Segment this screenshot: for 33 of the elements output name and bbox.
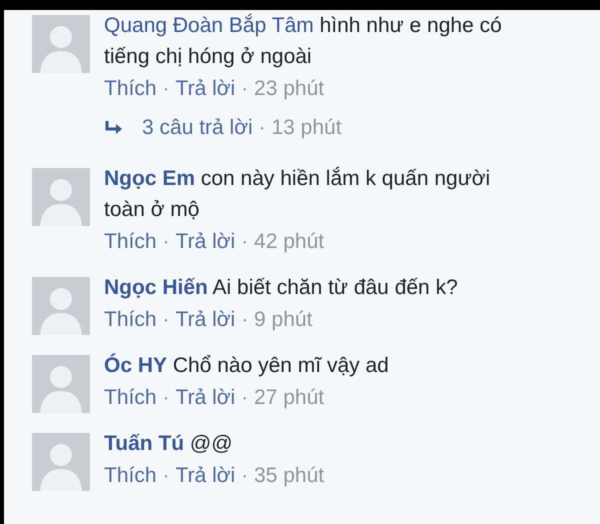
reply-link[interactable]: Trả lời — [176, 77, 236, 100]
separator: · — [162, 464, 170, 487]
like-link[interactable]: Thích — [104, 230, 157, 253]
comment-text: Quang Đoàn Bắp Tâm hình như e nghe có tiếng chị hóng ở ngoài — [104, 12, 503, 70]
avatar[interactable] — [32, 168, 90, 226]
reply-link[interactable]: Trả lời — [176, 386, 236, 409]
reply-link[interactable]: Trả lời — [176, 230, 236, 253]
like-link[interactable]: Thích — [104, 464, 157, 487]
timestamp: · 9 phút — [241, 308, 312, 331]
separator: · — [162, 77, 170, 100]
avatar[interactable] — [32, 433, 90, 491]
comment-text: Óc HY Chổ nào yên mĩ vậy ad — [104, 352, 390, 379]
like-link[interactable]: Thích — [104, 308, 157, 331]
timestamp: · 42 phút — [241, 230, 324, 253]
timestamp: · 35 phút — [241, 464, 324, 487]
avatar[interactable] — [32, 355, 90, 413]
avatar[interactable] — [32, 15, 90, 73]
separator: · — [162, 308, 170, 331]
comment-text: Tuấn Tú @@ — [104, 431, 234, 457]
reply-link[interactable]: Trả lời — [176, 308, 236, 331]
reply-link[interactable]: Trả lời — [176, 464, 236, 487]
reply-arrow-icon — [104, 120, 124, 136]
timestamp: · 13 phút — [258, 115, 342, 141]
comment-text: Ngọc Em con này hiền lắm k quấn người toàn ở mộ — [104, 166, 492, 223]
avatar[interactable] — [32, 277, 90, 335]
timestamp: · 23 phút — [241, 77, 324, 100]
timestamp: · 27 phút — [241, 386, 324, 409]
replies-link[interactable]: 3 câu trả lời — [142, 106, 253, 150]
like-link[interactable]: Thích — [104, 77, 157, 100]
separator: · — [162, 230, 170, 253]
separator: · — [162, 386, 170, 409]
comment-text: Ngọc Hiến Ai biết chăn từ đâu đến k? — [104, 275, 459, 301]
like-link[interactable]: Thích — [104, 386, 157, 409]
